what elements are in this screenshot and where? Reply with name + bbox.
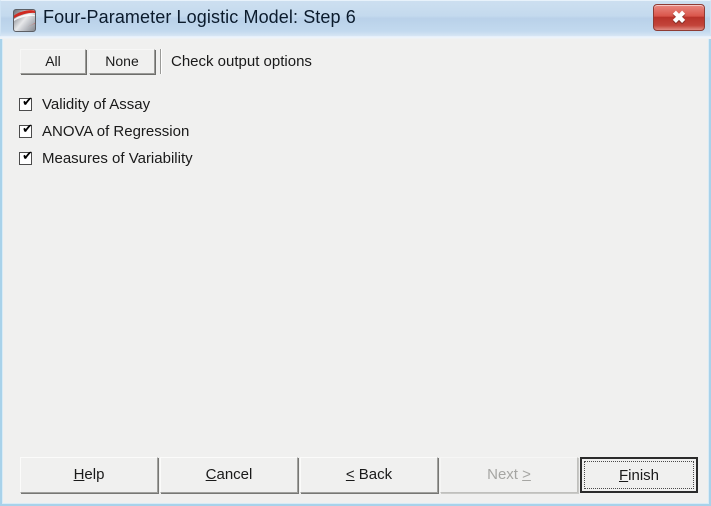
back-button[interactable]: < Back <box>300 457 438 493</box>
check-icon: ✔ <box>22 149 33 164</box>
toolbar-divider <box>160 49 161 74</box>
check-icon: ✔ <box>22 95 33 110</box>
close-button[interactable]: ✖ <box>653 4 705 31</box>
next-button: Next > <box>440 457 578 493</box>
checkbox-anova-of-regression[interactable]: ✔ <box>19 122 33 138</box>
select-all-button[interactable]: All <box>20 49 86 74</box>
check-icon: ✔ <box>22 122 33 137</box>
checkbox-validity-of-assay[interactable]: ✔ <box>19 95 33 111</box>
help-button[interactable]: Help <box>20 457 158 493</box>
dialog-button-bar: Help Cancel < Back Next > Finish <box>3 457 708 493</box>
cancel-button-label: Cancel <box>205 466 253 483</box>
select-none-button[interactable]: None <box>89 49 155 74</box>
checkbox-label-validity-of-assay: Validity of Assay <box>42 96 151 113</box>
finish-button-label: Finish <box>618 467 660 484</box>
next-button-label: Next > <box>487 466 531 483</box>
output-options-toolbar: All None Check output options <box>20 49 312 74</box>
checkbox-measures-of-variability[interactable]: ✔ <box>19 149 33 165</box>
output-options-list: ✔ Validity of Assay ✔ ANOVA of Regressio… <box>19 91 193 172</box>
checkbox-row-anova-of-regression[interactable]: ✔ ANOVA of Regression <box>19 118 193 145</box>
dialog-client-area: All None Check output options ✔ Validity… <box>3 39 708 503</box>
titlebar[interactable]: Four-Parameter Logistic Model: Step 6 ✖ <box>0 0 711 36</box>
finish-button-focus-ring: Finish <box>584 461 694 489</box>
minitab-icon <box>13 9 36 32</box>
instruction-label: Check output options <box>171 53 312 70</box>
back-button-label: < Back <box>345 466 393 483</box>
dialog-window: Four-Parameter Logistic Model: Step 6 ✖ … <box>0 0 711 506</box>
close-icon: ✖ <box>671 8 687 27</box>
checkbox-row-validity-of-assay[interactable]: ✔ Validity of Assay <box>19 91 193 118</box>
finish-button[interactable]: Finish <box>580 457 698 493</box>
help-button-label: Help <box>73 466 105 483</box>
checkbox-label-measures-of-variability: Measures of Variability <box>42 150 193 167</box>
checkbox-row-measures-of-variability[interactable]: ✔ Measures of Variability <box>19 145 193 172</box>
window-title: Four-Parameter Logistic Model: Step 6 <box>43 7 356 27</box>
checkbox-label-anova-of-regression: ANOVA of Regression <box>42 123 190 140</box>
cancel-button[interactable]: Cancel <box>160 457 298 493</box>
